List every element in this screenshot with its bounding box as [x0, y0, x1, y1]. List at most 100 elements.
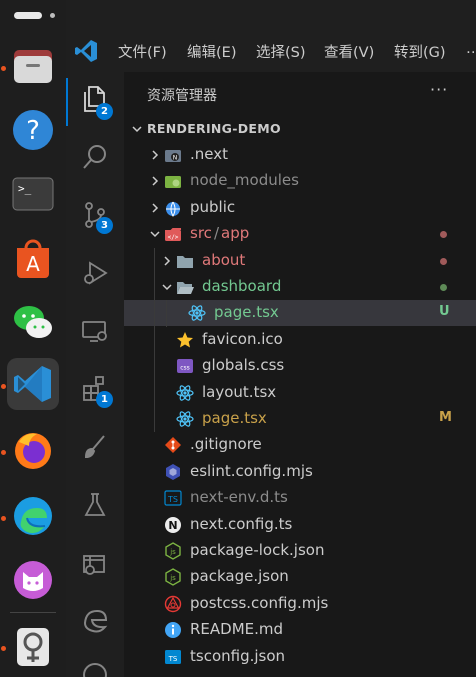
tree-row-eslint-config-mjs[interactable]: eslint.config.mjs — [124, 459, 476, 485]
ubuntu-dock: ? >_ A — [0, 0, 66, 677]
file-name: eslint.config.mjs — [190, 461, 313, 480]
svg-text:?: ? — [26, 116, 40, 146]
svg-text:js: js — [169, 574, 176, 582]
edge-tools-icon[interactable] — [80, 606, 110, 636]
git-icon — [165, 437, 181, 454]
search-icon[interactable] — [80, 142, 110, 172]
containers-icon[interactable] — [80, 548, 110, 578]
tree-row-postcss-config-mjs[interactable]: postcss.config.mjs — [124, 591, 476, 617]
project-section-header[interactable]: RENDERING-DEMO — [124, 116, 476, 142]
git-status-dot — [440, 231, 447, 239]
menu-view[interactable]: 查看(V) — [324, 41, 374, 62]
svg-text:js: js — [169, 548, 176, 556]
help-app-icon[interactable]: ? — [7, 104, 59, 156]
run-debug-icon[interactable] — [80, 258, 110, 288]
file-name: node_modules — [190, 171, 299, 190]
cat-app-icon[interactable] — [7, 554, 59, 606]
tree-row-next-config-ts[interactable]: Nnext.config.ts — [124, 512, 476, 538]
file-name: postcss.config.mjs — [190, 593, 329, 612]
testing-icon[interactable] — [80, 490, 110, 520]
svg-text:N: N — [168, 519, 177, 532]
css-icon: css — [177, 359, 193, 374]
tree-row-public[interactable]: public — [124, 195, 476, 221]
tree-row-node-modules[interactable]: node_modules — [124, 168, 476, 194]
tree-row-gitignore[interactable]: .gitignore — [124, 432, 476, 458]
files-app-icon[interactable] — [7, 40, 59, 92]
file-name: page.tsx — [214, 303, 279, 322]
tree-row-next[interactable]: N .next — [124, 142, 476, 168]
path-separator: / — [214, 224, 220, 243]
tree-row-favicon-ico[interactable]: favicon.ico — [124, 327, 476, 353]
firefox-app-icon[interactable] — [7, 424, 59, 476]
running-indicator — [1, 646, 6, 651]
activities-indicator[interactable] — [14, 10, 55, 20]
chevron-down-icon — [162, 284, 172, 291]
file-name: src — [190, 224, 212, 243]
next-icon: N — [165, 516, 181, 533]
next-folder-icon: N — [165, 150, 181, 162]
explorer-more-actions[interactable]: ··· — [430, 80, 448, 99]
tree-row-package-lock-json[interactable]: js package-lock.json — [124, 538, 476, 564]
chevron-right-icon — [152, 150, 159, 160]
file-name: package-lock.json — [190, 541, 325, 559]
file-name: layout.tsx — [202, 382, 277, 401]
file-name: about — [202, 250, 246, 269]
src-folder-icon: </> — [165, 228, 181, 242]
menu-go[interactable]: 转到(G) — [394, 41, 446, 62]
svg-text:TS: TS — [168, 655, 178, 663]
tree-row-page-tsx[interactable]: page.tsx M — [124, 406, 476, 432]
react-icon — [176, 384, 194, 401]
explorer-title: 资源管理器 — [147, 88, 217, 104]
node-icon: js — [165, 542, 181, 560]
tree-row-page-tsx-nested[interactable]: page.tsx U — [124, 300, 476, 327]
file-name: app — [221, 224, 250, 243]
running-indicator — [1, 66, 6, 71]
git-status-badge: M — [439, 410, 452, 425]
svg-text:A: A — [26, 252, 40, 276]
svg-text:</>: </> — [168, 234, 179, 241]
app-center-icon[interactable]: A — [7, 232, 59, 284]
menu-more[interactable]: … — [466, 41, 476, 57]
file-name: tsconfig.json — [190, 646, 286, 665]
file-name: .next — [190, 145, 228, 163]
activity-bar: 2 3 1 — [66, 72, 124, 677]
tree-row-package-json[interactable]: js package.json — [124, 564, 476, 590]
git-status-dot — [440, 257, 447, 265]
menu-selection[interactable]: 选择(S) — [256, 41, 306, 62]
file-name: globals.css — [202, 356, 285, 375]
node-folder-icon — [165, 176, 181, 189]
active-indicator — [66, 78, 68, 126]
file-name: public — [190, 197, 236, 216]
brush-icon[interactable] — [80, 432, 110, 462]
source-control-badge: 3 — [96, 217, 113, 234]
git-status-badge: U — [439, 304, 450, 320]
explorer-sidebar: 资源管理器 ··· RENDERING-DEMO N .next node_modu… — [124, 72, 476, 677]
tree-row-dashboard[interactable]: dashboard — [124, 274, 476, 300]
tsconfig-icon: TS — [165, 649, 181, 664]
file-name: .gitignore — [190, 435, 262, 454]
terminal-app-icon[interactable]: >_ — [7, 168, 59, 220]
chevron-right-icon — [164, 256, 171, 266]
wechat-app-icon[interactable] — [7, 296, 59, 348]
tree-row-globals-css[interactable]: css globals.css — [124, 353, 476, 379]
tree-row-layout-tsx[interactable]: layout.tsx — [124, 380, 476, 406]
svg-text:TS: TS — [167, 495, 178, 504]
tree-row-about[interactable]: about — [124, 248, 476, 274]
edge-app-icon[interactable] — [7, 490, 59, 542]
github-icon[interactable] — [80, 660, 110, 677]
svg-text:N: N — [173, 155, 178, 162]
vscode-app-icon[interactable] — [7, 358, 59, 410]
menu-edit[interactable]: 编辑(E) — [187, 41, 236, 62]
explorer-header: 资源管理器 ··· — [124, 72, 476, 114]
menu-file[interactable]: 文件(F) — [118, 41, 167, 62]
tree-row-next-env-d-ts[interactable]: TS next-env.d.ts — [124, 485, 476, 511]
remote-explorer-icon[interactable] — [80, 316, 110, 346]
tree-row-src[interactable]: </> src / app — [124, 221, 476, 247]
tree-row-readme-md[interactable]: README.md — [124, 617, 476, 643]
tree-row-tsconfig-json[interactable]: TS tsconfig.json — [124, 644, 476, 670]
mount-app-icon[interactable] — [7, 620, 59, 672]
star-icon — [177, 331, 193, 348]
postcss-icon — [164, 595, 182, 612]
file-name: package.json — [190, 567, 289, 586]
file-name: favicon.ico — [202, 329, 283, 348]
